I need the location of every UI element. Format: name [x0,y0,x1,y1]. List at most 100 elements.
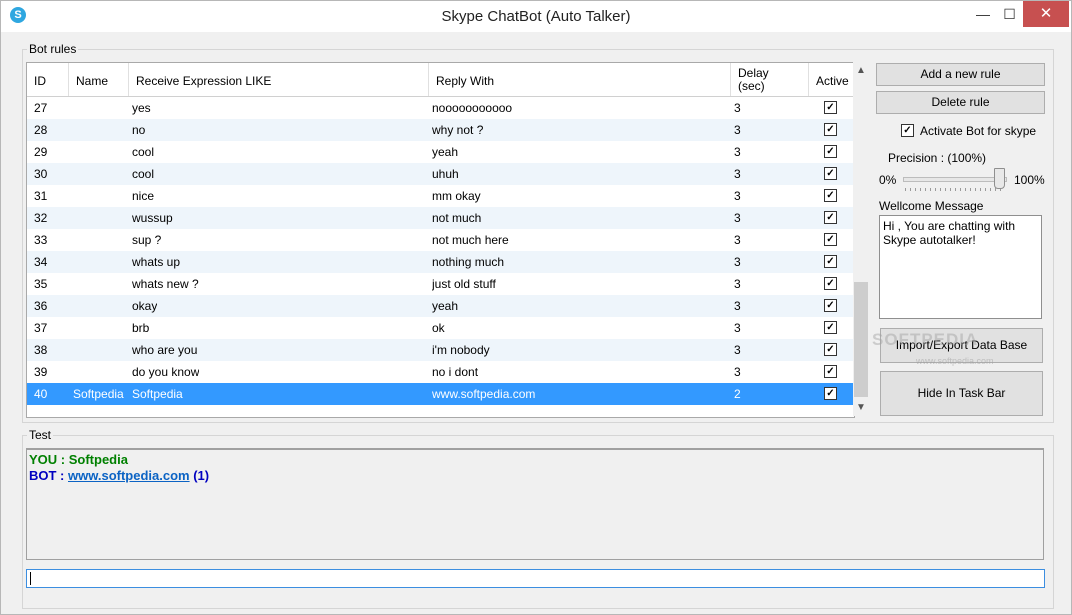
col-header-active[interactable]: Active [809,63,854,96]
cell-reply[interactable]: ok [432,321,445,335]
table-row[interactable]: 36 okay yeah 3 ✓ [27,295,854,317]
active-checkbox[interactable]: ✓ [824,233,837,246]
cell-reply[interactable]: yeah [432,299,458,313]
cell-receive[interactable]: Softpedia [132,387,183,401]
cell-delay[interactable]: 3 [734,343,741,357]
table-row[interactable]: 35 whats new ? just old stuff 3 ✓ [27,273,854,295]
cell-receive[interactable]: cool [132,167,154,181]
table-row[interactable]: 37 brb ok 3 ✓ [27,317,854,339]
active-checkbox[interactable]: ✓ [824,365,837,378]
cell-id[interactable]: 39 [34,365,47,379]
col-header-reply[interactable]: Reply With [429,63,731,96]
table-row[interactable]: 29 cool yeah 3 ✓ [27,141,854,163]
cell-id[interactable]: 34 [34,255,47,269]
cell-id[interactable]: 33 [34,233,47,247]
cell-receive[interactable]: okay [132,299,157,313]
test-input[interactable] [26,569,1045,588]
cell-receive[interactable]: brb [132,321,149,335]
cell-reply[interactable]: i'm nobody [432,343,490,357]
table-row[interactable]: 30 cool uhuh 3 ✓ [27,163,854,185]
active-checkbox[interactable]: ✓ [824,321,837,334]
scroll-up-icon[interactable]: ▲ [853,62,869,79]
active-checkbox[interactable]: ✓ [824,211,837,224]
cell-id[interactable]: 27 [34,101,47,115]
table-row[interactable]: 39 do you know no i dont 3 ✓ [27,361,854,383]
cell-delay[interactable]: 2 [734,387,741,401]
table-row-selected[interactable]: 40 Softpedia Softpedia www.softpedia.com 2 ✓ [27,383,854,405]
checkmark-icon[interactable]: ✓ [901,124,914,137]
active-checkbox[interactable]: ✓ [824,343,837,356]
hide-taskbar-button[interactable]: Hide In Task Bar [880,371,1043,416]
active-checkbox[interactable]: ✓ [824,299,837,312]
active-checkbox[interactable]: ✓ [824,387,837,400]
active-checkbox[interactable]: ✓ [824,145,837,158]
col-header-delay[interactable]: Delay (sec) [731,63,809,96]
cell-reply[interactable]: yeah [432,145,458,159]
cell-id[interactable]: 32 [34,211,47,225]
active-checkbox[interactable]: ✓ [824,255,837,268]
table-row[interactable]: 38 who are you i'm nobody 3 ✓ [27,339,854,361]
cell-receive[interactable]: yes [132,101,151,115]
cell-receive[interactable]: no [132,123,145,137]
cell-reply[interactable]: www.softpedia.com [432,387,535,401]
close-button[interactable]: ✕ [1023,1,1069,27]
cell-delay[interactable]: 3 [734,255,741,269]
table-row[interactable]: 31 nice mm okay 3 ✓ [27,185,854,207]
table-row[interactable]: 33 sup ? not much here 3 ✓ [27,229,854,251]
precision-slider-track[interactable] [903,177,1007,182]
cell-reply[interactable]: why not ? [432,123,483,137]
active-checkbox[interactable]: ✓ [824,123,837,136]
cell-receive[interactable]: who are you [132,343,197,357]
cell-reply[interactable]: nothing much [432,255,504,269]
cell-delay[interactable]: 3 [734,211,741,225]
cell-delay[interactable]: 3 [734,299,741,313]
col-header-receive[interactable]: Receive Expression LIKE [129,63,429,96]
delete-rule-button[interactable]: Delete rule [876,91,1045,114]
scroll-down-icon[interactable]: ▼ [853,399,869,416]
cell-id[interactable]: 28 [34,123,47,137]
cell-reply[interactable]: uhuh [432,167,459,181]
cell-receive[interactable]: nice [132,189,154,203]
minimize-button[interactable]: — [970,1,996,27]
cell-delay[interactable]: 3 [734,189,741,203]
cell-delay[interactable]: 3 [734,321,741,335]
cell-receive[interactable]: cool [132,145,154,159]
col-header-id[interactable]: ID [27,63,69,96]
cell-id[interactable]: 30 [34,167,47,181]
scroll-thumb[interactable] [854,282,868,397]
cell-id[interactable]: 37 [34,321,47,335]
cell-delay[interactable]: 3 [734,167,741,181]
active-checkbox[interactable]: ✓ [824,101,837,114]
cell-receive[interactable]: do you know [132,365,199,379]
cell-delay[interactable]: 3 [734,365,741,379]
table-row[interactable]: 27 yes nooooooooooo 3 ✓ [27,97,854,119]
cell-reply[interactable]: nooooooooooo [432,101,512,115]
cell-id[interactable]: 35 [34,277,47,291]
rules-grid[interactable]: ID Name Receive Expression LIKE Reply Wi… [26,62,855,418]
cell-reply[interactable]: not much [432,211,481,225]
cell-receive[interactable]: whats new ? [132,277,199,291]
cell-receive[interactable]: wussup [132,211,173,225]
active-checkbox[interactable]: ✓ [824,167,837,180]
cell-id[interactable]: 36 [34,299,47,313]
cell-receive[interactable]: whats up [132,255,180,269]
bot-reply-link[interactable]: www.softpedia.com [68,468,190,483]
col-header-name[interactable]: Name [69,63,129,96]
cell-id[interactable]: 31 [34,189,47,203]
maximize-button[interactable]: ☐ [996,1,1023,27]
table-row[interactable]: 32 wussup not much 3 ✓ [27,207,854,229]
cell-reply[interactable]: not much here [432,233,509,247]
cell-delay[interactable]: 3 [734,101,741,115]
cell-receive[interactable]: sup ? [132,233,161,247]
cell-id[interactable]: 38 [34,343,47,357]
cell-delay[interactable]: 3 [734,145,741,159]
cell-reply[interactable]: no i dont [432,365,478,379]
add-rule-button[interactable]: Add a new rule [876,63,1045,86]
cell-id[interactable]: 29 [34,145,47,159]
cell-id[interactable]: 40 [34,387,47,401]
table-row[interactable]: 34 whats up nothing much 3 ✓ [27,251,854,273]
welcome-message-textarea[interactable]: Hi , You are chatting with Skype autotal… [879,215,1042,319]
cell-reply[interactable]: just old stuff [432,277,496,291]
cell-name[interactable]: Softpedia [73,387,124,401]
table-row[interactable]: 28 no why not ? 3 ✓ [27,119,854,141]
